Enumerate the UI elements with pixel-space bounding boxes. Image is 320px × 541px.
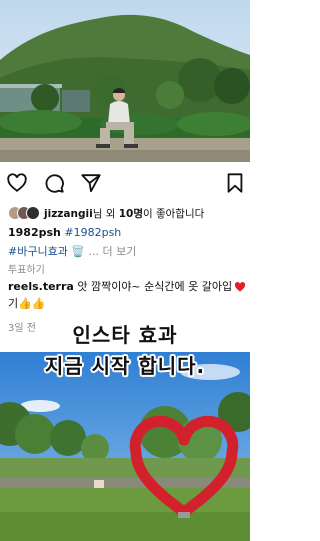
garden-photo: [0, 0, 250, 162]
comment-icon[interactable]: [43, 172, 65, 194]
share-icon[interactable]: [80, 172, 102, 194]
banner-line-1: 인스타 효과: [72, 323, 178, 347]
caption-hashtag-2[interactable]: #바구니효과: [8, 245, 68, 258]
comment-emoji: 👍👍: [18, 297, 46, 310]
likes-suffix: 님 외: [92, 207, 119, 220]
heart-filled-icon[interactable]: [234, 278, 246, 292]
more-link[interactable]: ... 더 보기: [89, 245, 137, 258]
likes-tail: 이 좋아합니다: [142, 207, 205, 220]
caption-second-line: #바구니효과 🗑️ ... 더 보기: [8, 243, 136, 259]
translate-link[interactable]: 투표하기: [8, 261, 45, 276]
caption-hashtag[interactable]: #1982psh: [64, 226, 121, 239]
likes-count[interactable]: 10명: [119, 208, 143, 220]
post-photo[interactable]: [0, 0, 250, 162]
action-bar: [0, 172, 250, 196]
comment-item: reels.terra 앗 깜짝이야~ 순식간에 옷 갈아입기👍👍: [8, 278, 236, 312]
caption: 1982psh #1982psh: [8, 226, 121, 239]
liker-avatars: [8, 206, 40, 220]
likes-summary[interactable]: jizzangii님 외 10명이 좋아합니다: [8, 205, 244, 221]
caption-banner: 인스타 효과 지금 시작 합니다.: [0, 322, 250, 386]
comment-username[interactable]: reels.terra: [8, 280, 74, 293]
avatar: [26, 206, 40, 220]
heart-outline-icon[interactable]: [6, 172, 28, 194]
bookmark-icon[interactable]: [224, 172, 246, 194]
trash-emoji: 🗑️: [71, 245, 86, 258]
author-username[interactable]: 1982psh: [8, 226, 61, 239]
liker-username[interactable]: jizzangii: [44, 208, 93, 220]
banner-line-2: 지금 시작 합니다.: [44, 354, 206, 378]
